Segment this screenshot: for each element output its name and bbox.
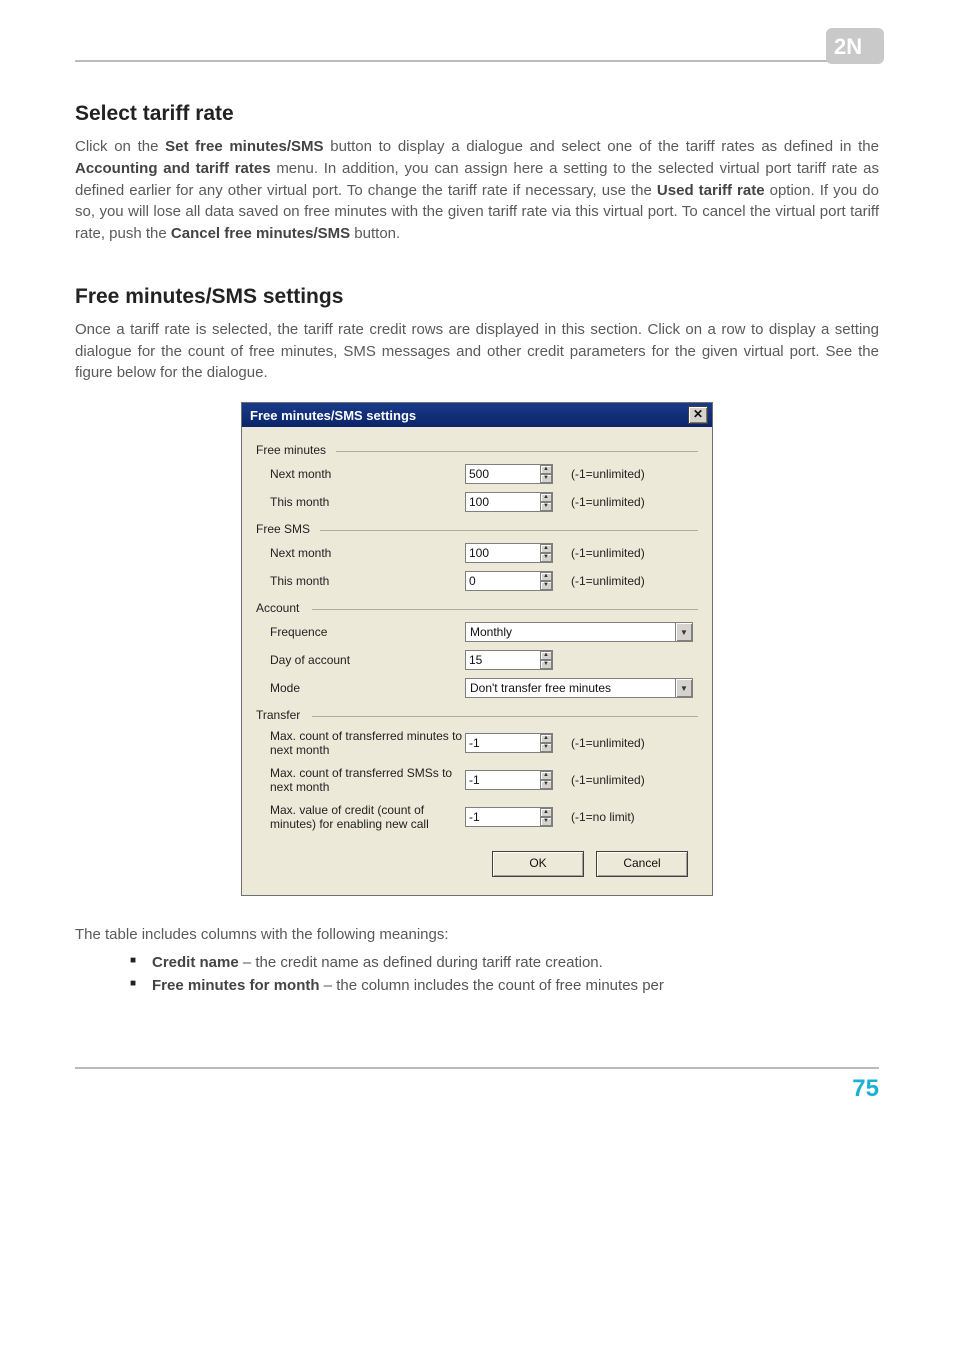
hint-unlimited: (-1=unlimited): [571, 736, 645, 750]
list-item: Credit name – the credit name as defined…: [130, 952, 879, 975]
chevron-down-icon[interactable]: ▼: [675, 623, 692, 641]
label-frequence: Frequence: [270, 625, 465, 639]
group-account: Account: [256, 595, 698, 617]
spinner-icon[interactable]: ▲▼: [540, 493, 552, 511]
section-body-free-minutes: Once a tariff rate is selected, the tari…: [75, 319, 879, 384]
spinner-icon[interactable]: ▲▼: [540, 465, 552, 483]
brand-logo: 2N: [826, 28, 884, 64]
cancel-button[interactable]: Cancel: [596, 851, 688, 877]
label-max-sms: Max. count of transferred SMSs to next m…: [270, 766, 465, 795]
input-max-credit[interactable]: ▲▼: [465, 807, 553, 827]
spinner-icon[interactable]: ▲▼: [540, 771, 552, 789]
label-fm-this: This month: [270, 495, 465, 509]
hint-unlimited: (-1=unlimited): [571, 495, 645, 509]
hint-unlimited: (-1=unlimited): [571, 546, 645, 560]
input-day-account[interactable]: ▲▼: [465, 650, 553, 670]
group-free-minutes: Free minutes: [256, 437, 698, 459]
input-max-min[interactable]: ▲▼: [465, 733, 553, 753]
select-mode[interactable]: Don't transfer free minutes ▼: [465, 678, 693, 698]
dialog-title: Free minutes/SMS settings: [250, 408, 688, 423]
table-intro: The table includes columns with the foll…: [75, 924, 879, 946]
section-title-free-minutes: Free minutes/SMS settings: [75, 285, 879, 309]
page-footer: 75: [75, 1067, 879, 1103]
label-max-min: Max. count of transferred minutes to nex…: [270, 729, 465, 758]
label-fs-next: Next month: [270, 546, 465, 560]
label-day-account: Day of account: [270, 653, 465, 667]
input-fm-this[interactable]: ▲▼: [465, 492, 553, 512]
settings-dialog: Free minutes/SMS settings ✕ Free minutes…: [241, 402, 713, 896]
spinner-icon[interactable]: ▲▼: [540, 651, 552, 669]
label-max-credit: Max. value of credit (count of minutes) …: [270, 803, 465, 832]
label-mode: Mode: [270, 681, 465, 695]
ok-button[interactable]: OK: [492, 851, 584, 877]
spinner-icon[interactable]: ▲▼: [540, 572, 552, 590]
label-fs-this: This month: [270, 574, 465, 588]
label-fm-next: Next month: [270, 467, 465, 481]
spinner-icon[interactable]: ▲▼: [540, 544, 552, 562]
input-fs-this[interactable]: ▲▼: [465, 571, 553, 591]
chevron-down-icon[interactable]: ▼: [675, 679, 692, 697]
group-transfer: Transfer: [256, 702, 698, 724]
close-button[interactable]: ✕: [688, 406, 708, 424]
input-max-sms[interactable]: ▲▼: [465, 770, 553, 790]
spinner-icon[interactable]: ▲▼: [540, 808, 552, 826]
input-fs-next[interactable]: ▲▼: [465, 543, 553, 563]
list-item: Free minutes for month – the column incl…: [130, 975, 879, 998]
section-title-select-tariff: Select tariff rate: [75, 102, 879, 126]
hint-unlimited: (-1=unlimited): [571, 773, 645, 787]
column-meanings-list: Credit name – the credit name as defined…: [75, 952, 879, 997]
group-free-sms: Free SMS: [256, 516, 698, 538]
header-rule: [75, 60, 879, 62]
svg-text:2N: 2N: [834, 34, 862, 59]
input-fm-next[interactable]: ▲▼: [465, 464, 553, 484]
select-frequence[interactable]: Monthly ▼: [465, 622, 693, 642]
hint-nolimit: (-1=no limit): [571, 810, 635, 824]
hint-unlimited: (-1=unlimited): [571, 467, 645, 481]
hint-unlimited: (-1=unlimited): [571, 574, 645, 588]
page-number: 75: [852, 1075, 879, 1102]
dialog-titlebar: Free minutes/SMS settings ✕: [242, 403, 712, 427]
section-body-select-tariff: Click on the Set free minutes/SMS button…: [75, 136, 879, 245]
spinner-icon[interactable]: ▲▼: [540, 734, 552, 752]
